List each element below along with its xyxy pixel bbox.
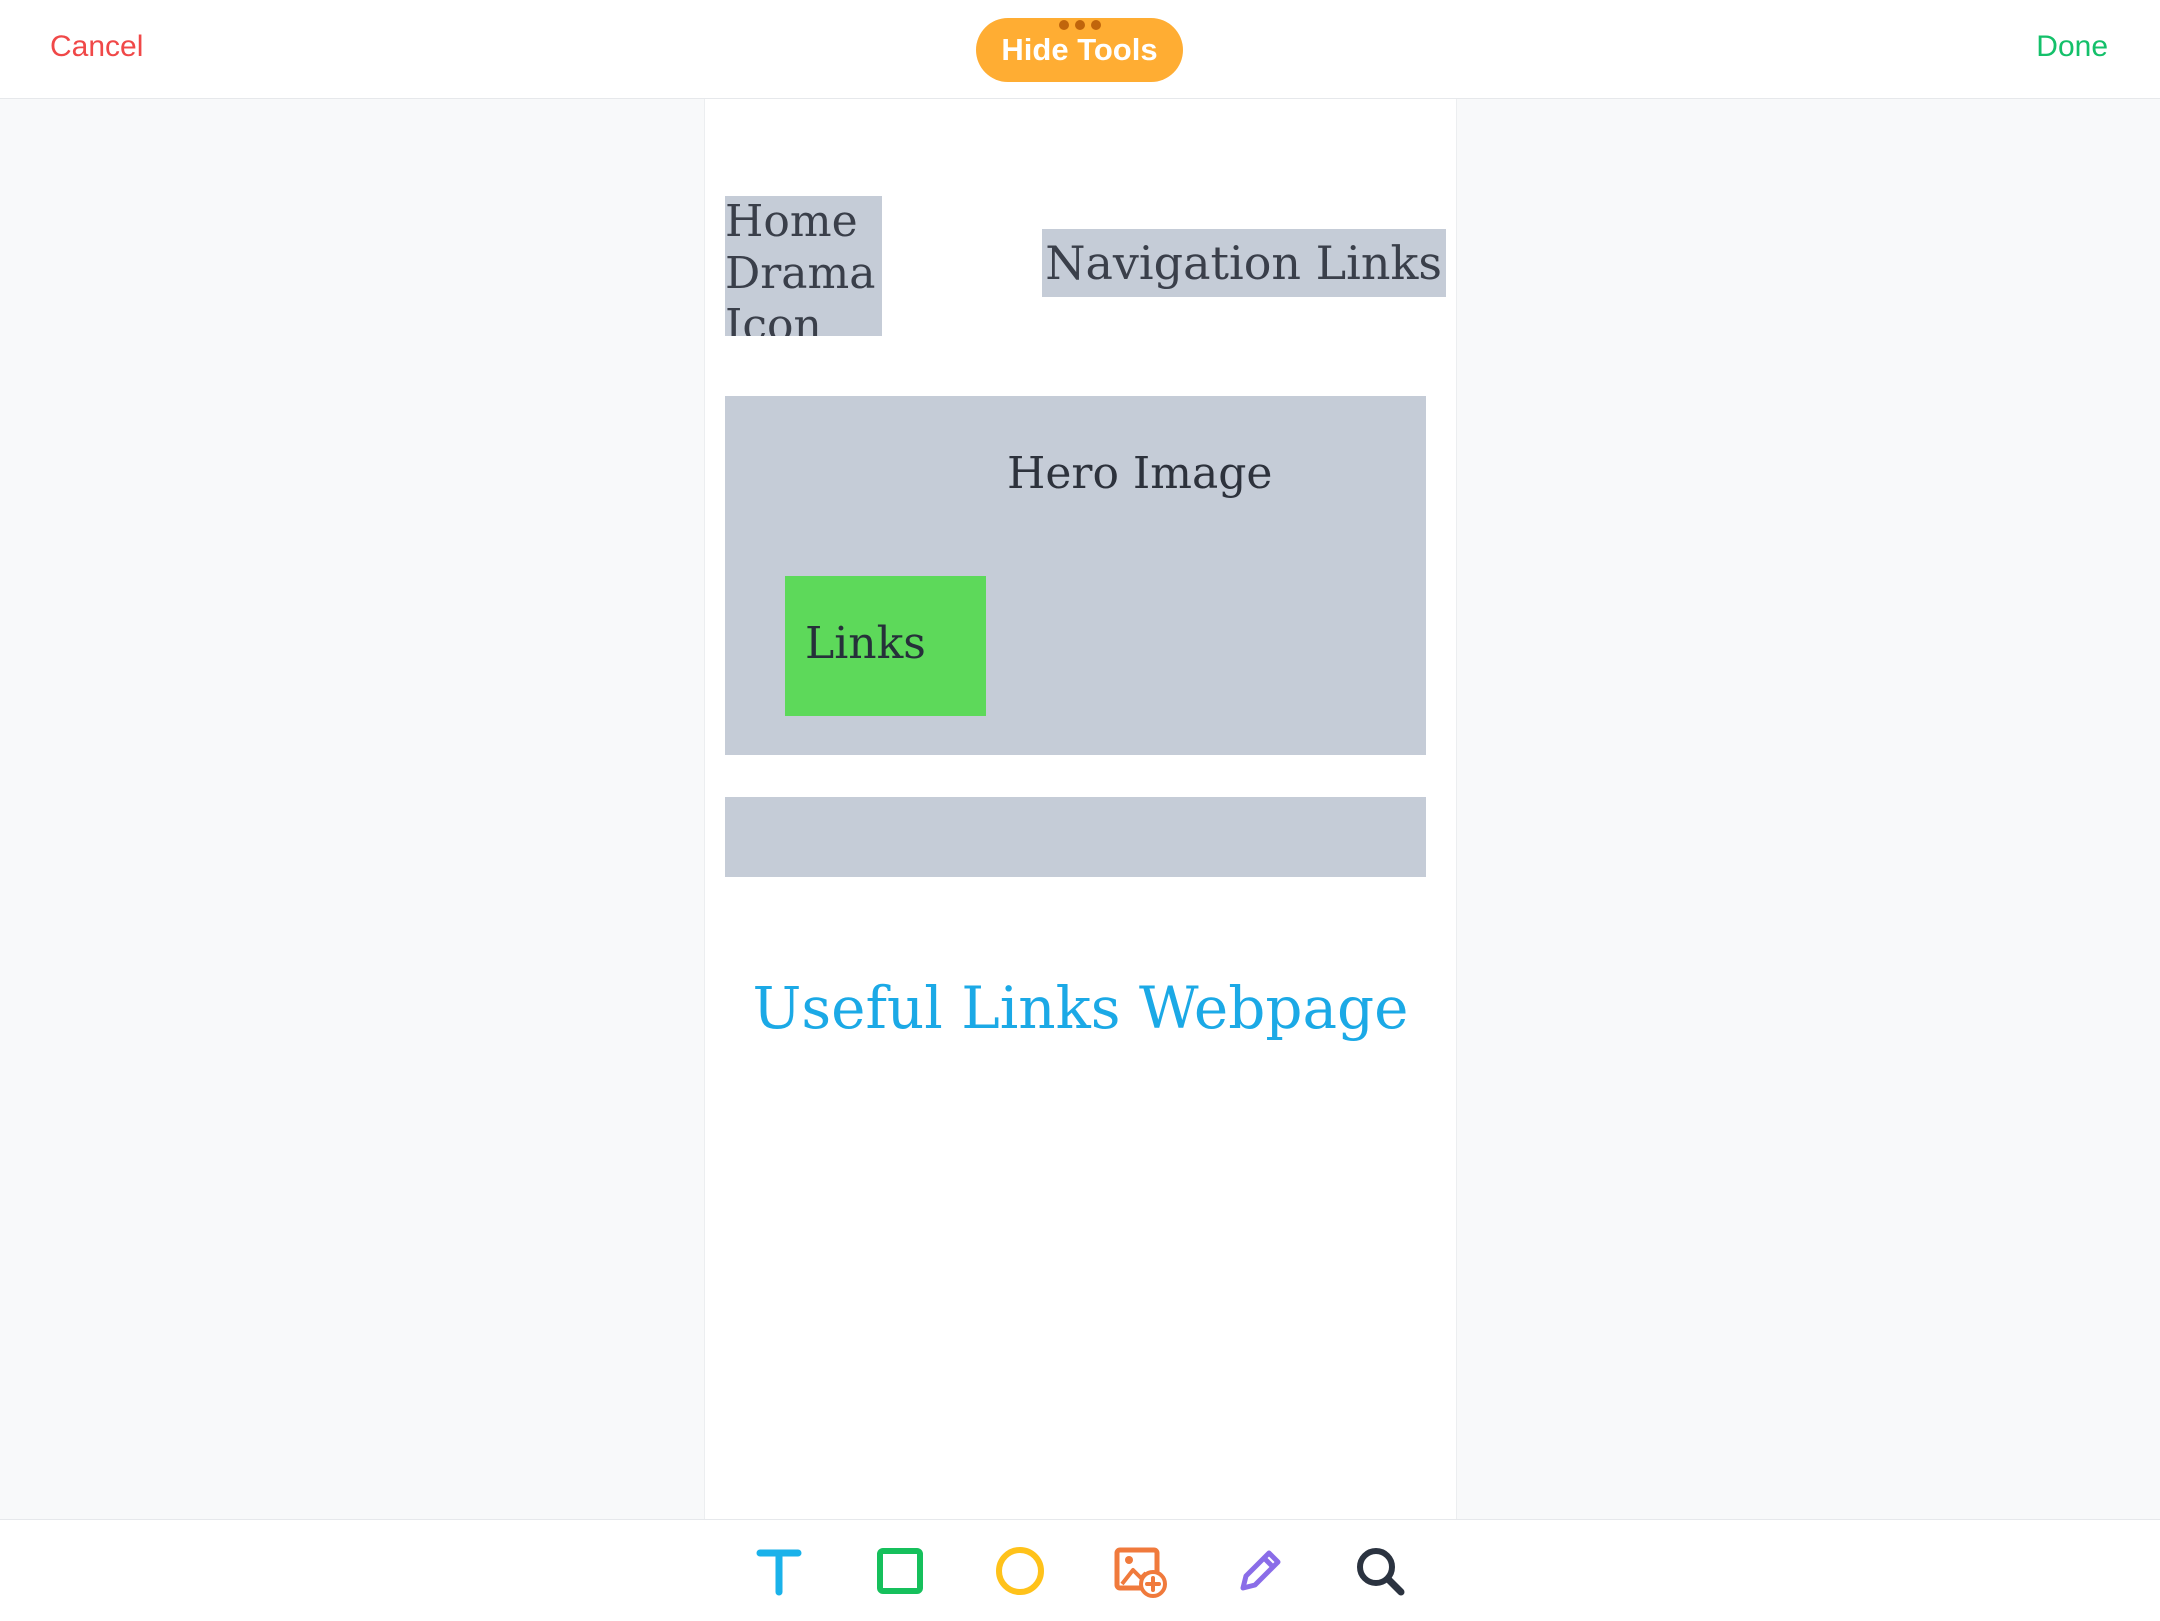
page-caption[interactable]: Useful Links Webpage [705, 974, 1456, 1042]
home-icon-line: Home [725, 196, 858, 247]
hero-image-label: Hero Image [1007, 448, 1273, 499]
hero-image-placeholder[interactable]: Hero Image Links [725, 396, 1426, 755]
navigation-links-label: Navigation Links [1045, 236, 1442, 290]
home-icon-placeholder[interactable]: Home Drama Icon [725, 196, 882, 336]
text-tool-icon[interactable] [750, 1542, 808, 1600]
image-tool-icon[interactable] [1111, 1542, 1169, 1600]
tools-toolbar [0, 1519, 2160, 1621]
navigation-links-placeholder[interactable]: Navigation Links [1042, 229, 1446, 297]
pencil-tool-icon[interactable] [1231, 1542, 1289, 1600]
home-icon-line: Drama [725, 248, 876, 299]
drag-handle-icon[interactable] [1059, 20, 1101, 30]
search-tool-icon[interactable] [1351, 1542, 1409, 1600]
top-bar: Cancel Hide Tools Done [0, 0, 2160, 99]
rectangle-tool-icon[interactable] [871, 1542, 929, 1600]
links-label: Links [805, 618, 926, 669]
links-placeholder[interactable]: Links [785, 576, 986, 716]
circle-tool-icon[interactable] [991, 1542, 1049, 1600]
done-button[interactable]: Done [2036, 30, 2108, 64]
cancel-button[interactable]: Cancel [50, 30, 143, 64]
footer-bar-placeholder[interactable] [725, 797, 1426, 877]
wireframe-canvas[interactable]: Home Drama Icon Navigation Links Hero Im… [704, 99, 1457, 1519]
home-icon-line: Icon [725, 300, 822, 336]
